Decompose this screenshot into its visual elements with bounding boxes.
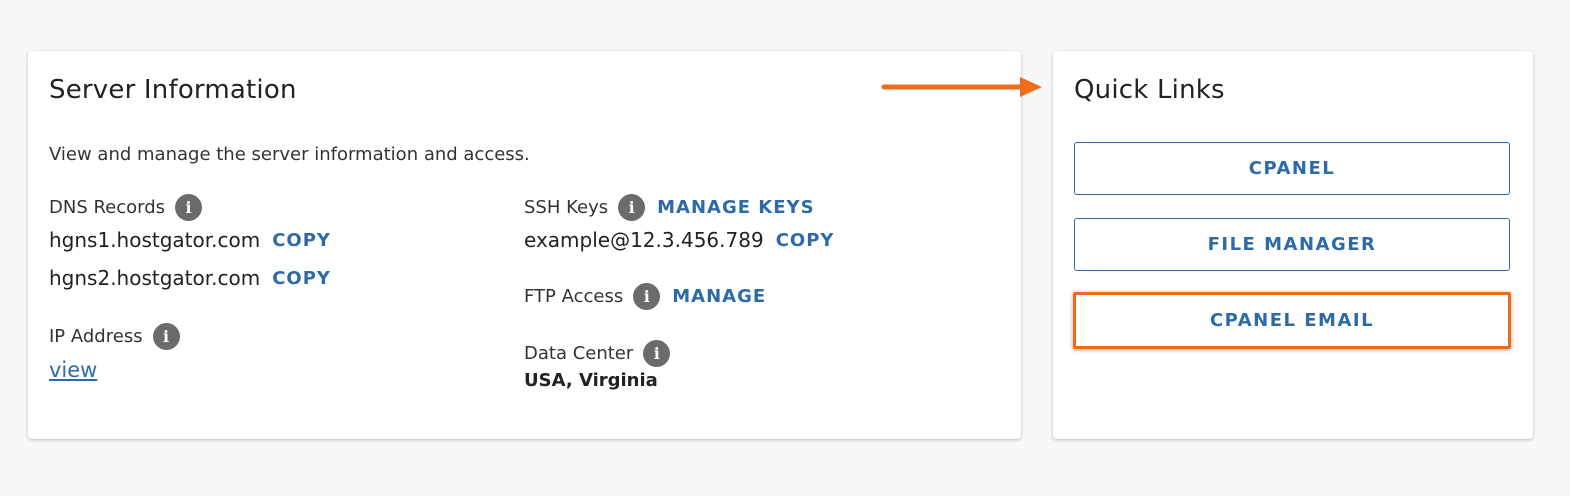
server-information-description: View and manage the server information a… <box>49 144 530 165</box>
manage-keys-button[interactable]: MANAGE KEYS <box>657 197 814 218</box>
ftp-manage-button[interactable]: MANAGE <box>672 286 766 307</box>
ftp-access-label: FTP Access <box>524 286 624 307</box>
ssh-keys-header: SSH Keys i MANAGE KEYS <box>524 194 815 221</box>
ssh-key-value: example@12.3.456.789 <box>524 228 764 252</box>
ftp-info-icon[interactable]: i <box>633 283 661 310</box>
cpanel-button[interactable]: CPANEL <box>1074 142 1510 195</box>
dns-record-row: hgns2.hostgator.com COPY <box>49 266 331 290</box>
server-information-card: Server Information View and manage the s… <box>28 51 1021 439</box>
server-information-title: Server Information <box>49 75 297 105</box>
data-center-label: Data Center <box>524 343 634 364</box>
data-center-value-row: USA, Virginia <box>524 370 658 391</box>
dns-record-value: hgns2.hostgator.com <box>49 266 261 290</box>
ip-view-link[interactable]: view <box>49 358 97 382</box>
copy-dns2-button[interactable]: COPY <box>272 268 331 289</box>
dns-record-row: hgns1.hostgator.com COPY <box>49 228 331 252</box>
ip-address-label: IP Address <box>49 326 143 347</box>
dns-info-icon[interactable]: i <box>175 194 203 221</box>
arrow-right-icon <box>881 77 1042 97</box>
data-center-info-icon[interactable]: i <box>643 340 671 367</box>
quick-links-card: Quick Links CPANEL FILE MANAGER CPANEL E… <box>1053 51 1533 439</box>
ssh-info-icon[interactable]: i <box>618 194 646 221</box>
ftp-access-header: FTP Access i MANAGE <box>524 283 766 310</box>
dns-records-label: DNS Records <box>49 197 166 218</box>
ip-info-icon[interactable]: i <box>152 323 180 350</box>
ssh-key-row: example@12.3.456.789 COPY <box>524 228 834 252</box>
cpanel-email-button[interactable]: CPANEL EMAIL <box>1074 294 1510 347</box>
file-manager-button[interactable]: FILE MANAGER <box>1074 218 1510 271</box>
dns-record-value: hgns1.hostgator.com <box>49 228 261 252</box>
quick-links-title: Quick Links <box>1074 75 1225 105</box>
dns-records-header: DNS Records i <box>49 194 203 221</box>
ip-address-link-row: view <box>49 358 97 382</box>
data-center-header: Data Center i <box>524 340 671 367</box>
data-center-value: USA, Virginia <box>524 370 658 391</box>
copy-ssh-button[interactable]: COPY <box>776 230 835 251</box>
ip-address-header: IP Address i <box>49 323 180 350</box>
copy-dns1-button[interactable]: COPY <box>272 230 331 251</box>
ssh-keys-label: SSH Keys <box>524 197 609 218</box>
